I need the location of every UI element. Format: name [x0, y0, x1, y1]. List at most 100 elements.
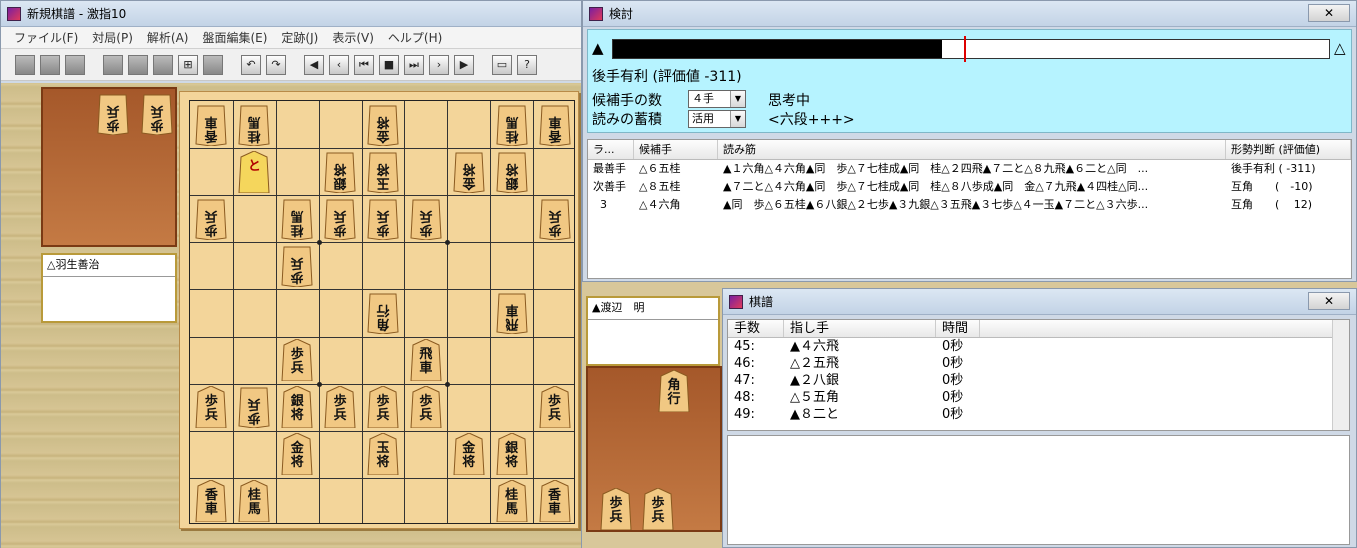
- sente-piece[interactable]: 銀 将: [496, 433, 528, 476]
- piece-label: 歩 兵: [204, 207, 218, 237]
- gote-piece[interactable]: 歩 兵: [367, 198, 399, 240]
- sente-piece[interactable]: 歩 兵: [539, 386, 571, 429]
- gote-piece[interactable]: 桂 馬: [281, 198, 313, 240]
- analysis-close-button[interactable]: ✕: [1308, 4, 1350, 22]
- gote-piece[interactable]: 角 行: [367, 292, 399, 334]
- board-grid[interactable]: 香 車桂 馬金 将桂 馬香 車と銀 将玉 将金 将銀 将歩 兵桂 馬歩 兵歩 兵…: [189, 100, 575, 524]
- hint-icon[interactable]: [203, 54, 223, 75]
- resign-icon[interactable]: [153, 54, 173, 75]
- next-icon[interactable]: ›: [429, 54, 449, 75]
- undo-move-icon[interactable]: ↶: [241, 54, 261, 75]
- kifu-scrollbar[interactable]: [1332, 320, 1349, 430]
- grid-line: [190, 430, 574, 432]
- sente-piece[interactable]: 歩 兵: [281, 339, 313, 382]
- sente-piece[interactable]: 桂 馬: [238, 480, 270, 523]
- menu-joseki[interactable]: 定跡(J): [274, 29, 325, 46]
- gote-piece[interactable]: 歩 兵: [141, 93, 173, 135]
- piece-label: 歩 兵: [204, 394, 218, 424]
- list-item[interactable]: 46: △２五飛 0秒: [728, 355, 1349, 372]
- menu-view[interactable]: 表示(V): [325, 29, 381, 46]
- accumulate-dropdown[interactable]: 活用 ▼: [688, 110, 746, 128]
- table-row[interactable]: 3 △４六角 ▲同 歩△６五桂▲６八銀△２七歩▲３九銀△３五飛▲３七歩△４一玉▲…: [588, 196, 1351, 214]
- col-eval[interactable]: 形勢判断 (評価値): [1226, 140, 1351, 159]
- sente-piece[interactable]: 飛 車: [410, 339, 442, 382]
- gote-piece[interactable]: 歩 兵: [97, 93, 129, 135]
- sente-piece[interactable]: 歩 兵: [600, 488, 632, 530]
- last-move-icon[interactable]: ⏭: [404, 54, 424, 75]
- gote-piece[interactable]: 歩 兵: [238, 386, 270, 429]
- candidates-dropdown[interactable]: ４手 ▼: [688, 90, 746, 108]
- sente-piece[interactable]: 歩 兵: [367, 386, 399, 429]
- menu-board-edit[interactable]: 盤面編集(E): [195, 29, 274, 46]
- col-time[interactable]: 時間: [936, 320, 980, 337]
- sente-piece[interactable]: 歩 兵: [195, 386, 227, 429]
- list-item[interactable]: 47: ▲２八銀 0秒: [728, 372, 1349, 389]
- redo-move-icon[interactable]: ↷: [266, 54, 286, 75]
- sente-piece[interactable]: 香 車: [539, 480, 571, 523]
- back-arrow-icon[interactable]: ◀: [304, 54, 324, 75]
- sente-piece[interactable]: 玉 将: [367, 433, 399, 476]
- sente-piece[interactable]: 金 将: [453, 433, 485, 476]
- sente-piece[interactable]: 香 車: [195, 480, 227, 523]
- list-item[interactable]: 49: ▲８二と 0秒: [728, 406, 1349, 423]
- analysis-titlebar: 検討: [583, 1, 1356, 27]
- first-move-icon[interactable]: ⏮: [354, 54, 374, 75]
- col-line[interactable]: 読み筋: [718, 140, 1226, 159]
- help-icon[interactable]: ?: [517, 54, 537, 75]
- move-time: 0秒: [942, 373, 964, 388]
- monitor-icon[interactable]: ▭: [492, 54, 512, 75]
- gote-piece[interactable]: 歩 兵: [324, 198, 356, 240]
- play-match-icon[interactable]: [103, 54, 123, 75]
- gote-piece[interactable]: 玉 将: [367, 151, 399, 193]
- piece-label: 桂 馬: [505, 488, 519, 518]
- kifu-comment-area[interactable]: [727, 435, 1350, 545]
- move-number: 48:: [734, 390, 755, 405]
- piece-label: 玉 将: [376, 160, 390, 190]
- gote-piece[interactable]: 銀 将: [496, 151, 528, 193]
- sente-piece[interactable]: 歩 兵: [642, 488, 674, 530]
- sente-piece[interactable]: と: [238, 150, 270, 193]
- col-candidate[interactable]: 候補手: [634, 140, 718, 159]
- sente-piece[interactable]: 角 行: [658, 370, 690, 412]
- menu-file[interactable]: ファイル(F): [7, 29, 85, 46]
- menu-match[interactable]: 対局(P): [85, 29, 140, 46]
- analysis-icon[interactable]: ⊞: [178, 54, 198, 75]
- gote-piece[interactable]: 香 車: [195, 104, 227, 146]
- col-move[interactable]: 指し手: [784, 320, 936, 337]
- gote-piece[interactable]: 飛 車: [496, 292, 528, 334]
- table-row[interactable]: 最善手 △６五桂 ▲１六角△４六角▲同 歩△７七桂成▲同 桂△２四飛▲７二と△８…: [588, 160, 1351, 178]
- sente-piece[interactable]: 金 将: [281, 433, 313, 476]
- gote-piece[interactable]: 桂 馬: [496, 104, 528, 146]
- col-move-number[interactable]: 手数: [728, 320, 784, 337]
- save-file-icon[interactable]: [65, 54, 85, 75]
- menu-help[interactable]: ヘルプ(H): [381, 29, 449, 46]
- sente-piece[interactable]: 桂 馬: [496, 480, 528, 523]
- list-item[interactable]: 45: ▲４六飛 0秒: [728, 338, 1349, 355]
- prev-icon[interactable]: ‹: [329, 54, 349, 75]
- col-rank[interactable]: ラ...: [588, 140, 634, 159]
- sente-piece[interactable]: 銀 将: [281, 386, 313, 429]
- open-file-icon[interactable]: [40, 54, 60, 75]
- gote-piece[interactable]: 金 将: [367, 104, 399, 146]
- menu-analysis[interactable]: 解析(A): [140, 29, 196, 46]
- new-file-icon[interactable]: [15, 54, 35, 75]
- row-move: △６五桂: [639, 162, 681, 175]
- gote-piece[interactable]: 桂 馬: [238, 104, 270, 146]
- gote-piece[interactable]: 銀 将: [324, 151, 356, 193]
- gote-piece[interactable]: 歩 兵: [281, 245, 313, 287]
- kifu-close-button[interactable]: ✕: [1308, 292, 1350, 310]
- gote-piece[interactable]: 歩 兵: [410, 198, 442, 240]
- shogi-board: 香 車桂 馬金 将桂 馬香 車と銀 将玉 将金 将銀 将歩 兵桂 馬歩 兵歩 兵…: [179, 91, 579, 529]
- list-item[interactable]: 48: △５五角 0秒: [728, 389, 1349, 406]
- gote-piece[interactable]: 金 将: [453, 151, 485, 193]
- piece-label: 銀 将: [505, 160, 519, 190]
- sente-piece[interactable]: 歩 兵: [410, 386, 442, 429]
- forward-arrow-icon[interactable]: ▶: [454, 54, 474, 75]
- gote-piece[interactable]: 香 車: [539, 104, 571, 146]
- stop-icon[interactable]: ■: [379, 54, 399, 75]
- table-row[interactable]: 次善手 △８五桂 ▲７二と△４六角▲同 歩△７七桂成▲同 桂△８八歩成▲同 金△…: [588, 178, 1351, 196]
- gote-piece[interactable]: 歩 兵: [195, 198, 227, 240]
- stop-match-icon[interactable]: [128, 54, 148, 75]
- sente-piece[interactable]: 歩 兵: [324, 386, 356, 429]
- gote-piece[interactable]: 歩 兵: [539, 198, 571, 240]
